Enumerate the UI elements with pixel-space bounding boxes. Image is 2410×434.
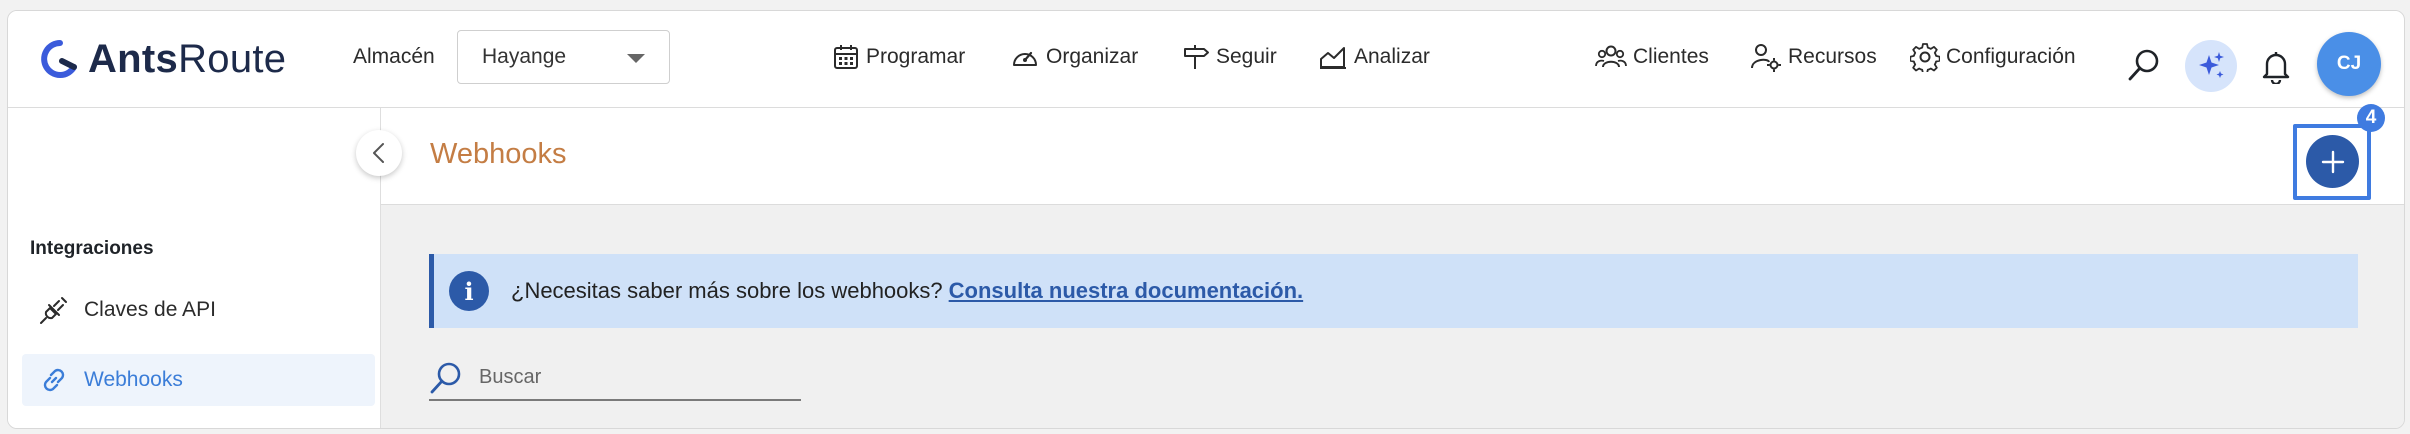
- nav-configuracion[interactable]: Configuración: [1910, 37, 2076, 77]
- plug-icon: [40, 297, 67, 324]
- signpost-icon: [1184, 45, 1209, 69]
- app-window: AntsRoute Almacén Hayange Programar Orga…: [7, 10, 2405, 429]
- ai-assistant-button[interactable]: [2185, 40, 2237, 92]
- nav-seguir[interactable]: Seguir: [1182, 37, 1277, 77]
- search-icon: [2128, 49, 2159, 81]
- chevron-down-icon: [627, 54, 645, 63]
- nav-recursos[interactable]: Recursos: [1750, 37, 1877, 77]
- info-banner-text: ¿Necesitas saber más sobre los webhooks?: [511, 278, 943, 303]
- antsroute-logo-icon: [41, 40, 77, 78]
- sidebar-section-heading: Integraciones: [30, 238, 154, 259]
- logo-text: AntsRoute: [88, 36, 287, 81]
- search-input[interactable]: [477, 365, 781, 390]
- nav-recursos-label: Recursos: [1788, 45, 1877, 68]
- nav-analizar-label: Analizar: [1354, 45, 1430, 68]
- warehouse-select[interactable]: Hayange: [457, 30, 670, 84]
- nav-configuracion-label: Configuración: [1946, 45, 2076, 68]
- nav-organizar-label: Organizar: [1046, 45, 1139, 68]
- search-icon: [430, 362, 461, 393]
- info-icon: i: [449, 271, 489, 311]
- collapse-sidebar-button[interactable]: [356, 130, 402, 176]
- sidebar-item-webhooks[interactable]: Webhooks: [22, 354, 375, 406]
- warehouse-select-value: Hayange: [482, 45, 567, 68]
- chart-area-icon: [1320, 47, 1346, 69]
- nav-seguir-label: Seguir: [1216, 45, 1277, 68]
- calendar-icon: [834, 45, 858, 69]
- nav-organizar[interactable]: Organizar: [1010, 37, 1138, 77]
- nav-clientes-label: Clientes: [1633, 45, 1709, 68]
- nav-clientes[interactable]: Clientes: [1595, 37, 1709, 77]
- add-webhook-button[interactable]: [2306, 135, 2359, 188]
- user-gear-icon: [1751, 44, 1781, 72]
- bell-icon: [2262, 52, 2290, 84]
- speedometer-icon: [1013, 51, 1037, 66]
- sparkles-icon: [2199, 52, 2224, 78]
- info-banner: i ¿Necesitas saber más sobre los webhook…: [429, 254, 2358, 328]
- nav-programar-label: Programar: [866, 45, 966, 68]
- settings-sidebar: Integraciones Claves de API Webhooks: [8, 108, 381, 428]
- gear-icon: [1910, 43, 1940, 72]
- top-navigation-bar: AntsRoute Almacén Hayange Programar Orga…: [8, 11, 2404, 108]
- nav-analizar[interactable]: Analizar: [1318, 37, 1430, 77]
- sidebar-item-label: Claves de API: [84, 298, 216, 321]
- search-button[interactable]: [2126, 47, 2162, 83]
- page-title: Webhooks: [430, 138, 567, 170]
- link-icon: [43, 368, 65, 392]
- page-header: Webhooks 4: [381, 104, 2404, 205]
- notifications-button[interactable]: [2260, 49, 2292, 85]
- plus-icon: [2321, 150, 2344, 173]
- step-badge: 4: [2357, 104, 2385, 132]
- users-icon: [1595, 45, 1627, 68]
- webhook-search-field[interactable]: [429, 356, 801, 401]
- sidebar-item-label: Webhooks: [84, 368, 183, 391]
- user-avatar[interactable]: CJ: [2317, 32, 2381, 96]
- sidebar-item-api-keys[interactable]: Claves de API: [22, 284, 375, 336]
- main-content: Webhooks 4 i ¿Necesitas saber más sobre …: [381, 104, 2404, 428]
- nav-programar[interactable]: Programar: [832, 37, 965, 77]
- antsroute-logo[interactable]: AntsRoute: [40, 33, 286, 85]
- documentation-link[interactable]: Consulta nuestra documentación.: [949, 278, 1304, 304]
- warehouse-label: Almacén: [353, 45, 435, 68]
- chevron-left-icon: [373, 143, 384, 163]
